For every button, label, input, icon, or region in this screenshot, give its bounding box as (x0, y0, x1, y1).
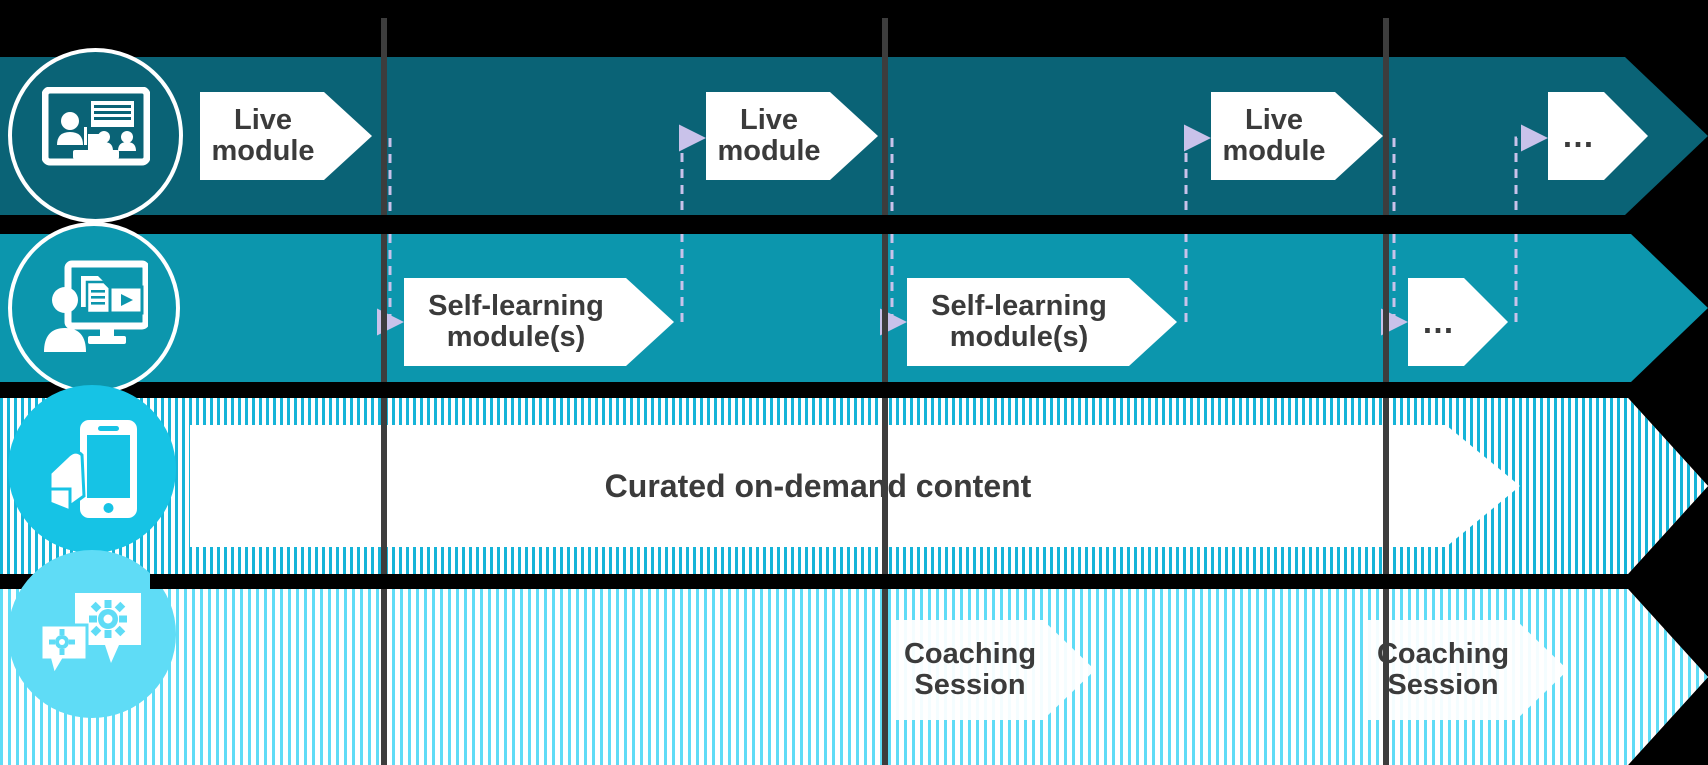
badge-live-virtual-classroom (8, 48, 183, 223)
module-label: Live module (717, 103, 821, 167)
module-label: Curated on-demand content (604, 467, 1032, 504)
module-label: Coaching Session (1376, 637, 1510, 701)
module-label: … (1561, 117, 1595, 155)
module-label: Self-learning module(s) (931, 289, 1107, 353)
diagram-canvas: Topic 1 Topic 2 Topic … (0, 0, 1708, 765)
module-label: Coaching Session (903, 637, 1037, 701)
module-label: … (1421, 303, 1455, 341)
mobile-in-hand-icon (48, 420, 137, 518)
live-virtual-classroom-icon (41, 86, 150, 165)
module-label: Self-learning module(s) (428, 289, 604, 353)
badge-self-learning (8, 222, 180, 394)
module-curated-on-demand[interactable]: Curated on-demand content (190, 425, 1520, 547)
module-self-learning-2[interactable]: Self-learning module(s) (907, 278, 1177, 366)
coaching-chat-gears-icon (39, 593, 141, 678)
header-separator (0, 0, 1708, 57)
self-learning-video-icon (44, 260, 148, 352)
badge-mobile-on-demand (8, 385, 176, 553)
band-separator-3 (150, 574, 1708, 589)
band-separator-1 (150, 215, 1708, 234)
module-self-learning-1[interactable]: Self-learning module(s) (404, 278, 674, 366)
module-label: Live module (1222, 103, 1326, 167)
module-label: Live module (211, 103, 315, 167)
band-separator-2 (150, 382, 1708, 398)
